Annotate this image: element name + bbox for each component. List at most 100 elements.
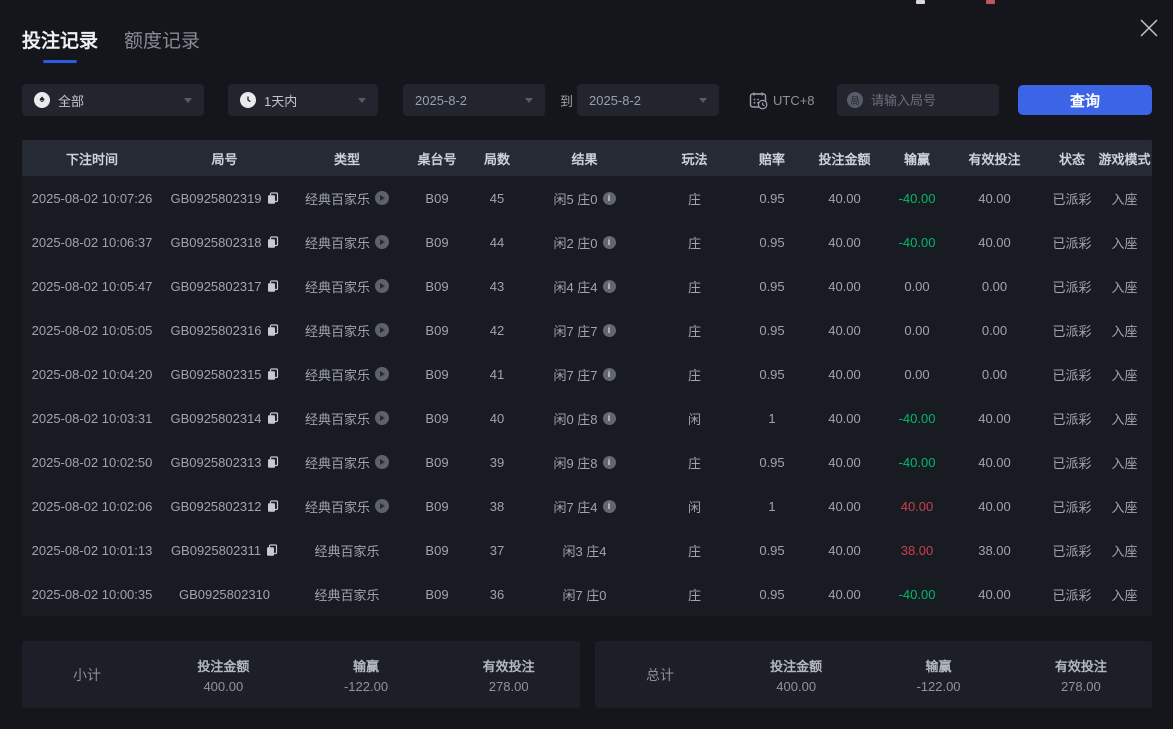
cell-text-bet: 40.00	[828, 278, 861, 294]
info-icon[interactable]: i	[602, 191, 616, 205]
video-icon[interactable]	[375, 323, 389, 337]
cell-text-win_loss: 0.00	[904, 322, 930, 338]
date-from-select[interactable]: 2025-8-2	[403, 84, 545, 116]
copy-icon[interactable]	[267, 323, 279, 337]
cell-valid_bet: 40.00	[942, 411, 1047, 426]
cell-text-valid_bet: 40.00	[978, 410, 1011, 426]
tab-quota-records[interactable]: 额度记录	[124, 26, 200, 53]
video-icon[interactable]	[375, 367, 389, 381]
search-button[interactable]: 查询	[1018, 85, 1152, 115]
cell-text-odds: 0.95	[759, 322, 785, 338]
cell-result: 闲3 庄4	[527, 541, 642, 560]
column-header-play: 玩法	[681, 151, 708, 167]
cell-text-valid_bet: 0.00	[981, 278, 1008, 294]
video-icon[interactable]	[375, 411, 389, 425]
info-icon[interactable]: i	[602, 499, 616, 513]
column-header-status: 状态	[1058, 151, 1085, 167]
cell-status: 已派彩	[1047, 409, 1097, 428]
info-icon[interactable]: i	[602, 411, 616, 425]
cell-status: 已派彩	[1047, 497, 1097, 516]
cell-text-bet: 40.00	[828, 366, 861, 382]
subtotal-summary: 小计 投注金额 400.00 输赢 -122.00 有效投注 278.00	[22, 641, 580, 708]
cell-round_count: 43	[467, 279, 527, 294]
tab-label: 额度记录	[124, 31, 201, 52]
video-icon[interactable]	[375, 455, 389, 469]
copy-icon[interactable]	[267, 191, 279, 205]
cell-text-mode: 入座	[1111, 279, 1138, 295]
cell-mode: 入座	[1097, 321, 1152, 340]
cell-table_no: B09	[407, 587, 467, 602]
cell-time: 2025-08-02 10:00:35	[22, 587, 162, 602]
copy-icon[interactable]	[267, 235, 279, 249]
cell-text-mode: 入座	[1111, 191, 1138, 207]
table-row: 2025-08-02 10:01:13 GB0925802311 经典百家乐 B09 3…	[22, 528, 1152, 572]
video-icon[interactable]	[375, 191, 389, 205]
column-header-win_loss: 输赢	[903, 151, 930, 167]
cell-text-round_count: 39	[489, 454, 505, 470]
total-summary: 总计 投注金额 400.00 输赢 -122.00 有效投注 278.00	[595, 641, 1152, 708]
tab-label: 投注记录	[22, 31, 99, 52]
cell-text-time: 2025-08-02 10:02:50	[31, 454, 153, 470]
copy-icon[interactable]	[267, 367, 279, 381]
cell-valid_bet: 40.00	[942, 455, 1047, 470]
cell-status: 已派彩	[1047, 189, 1097, 208]
cell-status: 已派彩	[1047, 585, 1097, 604]
cell-text-round: GB0925802311	[170, 542, 262, 558]
cell-odds: 0.95	[747, 323, 797, 338]
cell-win_loss: -40.00	[892, 587, 942, 602]
cell-text-play: 庄	[687, 455, 701, 471]
cell-mode: 入座	[1097, 497, 1152, 516]
video-icon[interactable]	[375, 279, 389, 293]
cell-text-valid_bet: 38.00	[978, 542, 1011, 558]
cell-time: 2025-08-02 10:05:47	[22, 279, 162, 294]
cell-text-table_no: B09	[425, 190, 449, 206]
video-icon[interactable]	[375, 499, 389, 513]
cell-round: GB0925802316	[162, 323, 287, 338]
cell-text-round_count: 37	[489, 542, 505, 558]
cell-play: 庄	[642, 233, 747, 252]
cell-type: 经典百家乐	[287, 585, 407, 604]
time-range-select[interactable]: 1天内	[228, 84, 378, 116]
cell-result: 闲4 庄4 i	[527, 277, 642, 296]
cell-win_loss: -40.00	[892, 411, 942, 426]
chevron-down-icon	[699, 97, 707, 103]
info-icon[interactable]: i	[602, 235, 616, 249]
cell-valid_bet: 38.00	[942, 543, 1047, 558]
cell-text-round: GB0925802316	[170, 322, 262, 338]
cell-valid_bet: 0.00	[942, 279, 1047, 294]
info-icon[interactable]: i	[602, 279, 616, 293]
cell-text-time: 2025-08-02 10:01:13	[31, 542, 153, 558]
game-type-select[interactable]: ♠ 全部	[22, 84, 204, 116]
date-to-select[interactable]: 2025-8-2	[577, 84, 719, 116]
video-icon[interactable]	[375, 235, 389, 249]
copy-icon[interactable]	[267, 279, 279, 293]
tab-bar: 投注记录 额度记录	[22, 26, 200, 63]
cell-text-odds: 0.95	[759, 366, 785, 382]
close-icon[interactable]	[1135, 14, 1163, 42]
cell-status: 已派彩	[1047, 277, 1097, 296]
cell-text-result: 闲9 庄8	[553, 455, 598, 471]
cell-round_count: 36	[467, 587, 527, 602]
cell-bet: 40.00	[797, 367, 892, 382]
cell-round: GB0925802315	[162, 367, 287, 382]
copy-icon[interactable]	[267, 455, 279, 469]
tab-betting-records[interactable]: 投注记录	[22, 26, 98, 63]
copy-icon[interactable]	[266, 543, 278, 557]
round-number-search: 局	[837, 84, 999, 116]
info-icon[interactable]: i	[602, 367, 616, 381]
copy-icon[interactable]	[267, 499, 279, 513]
info-icon[interactable]: i	[602, 455, 616, 469]
cell-text-status: 已派彩	[1052, 499, 1092, 515]
table-body: 2025-08-02 10:07:26 GB0925802319 经典百家乐 B09 4…	[22, 176, 1152, 616]
cell-text-status: 已派彩	[1052, 455, 1092, 471]
cell-text-result: 闲7 庄4	[553, 499, 598, 515]
cell-text-type: 经典百家乐	[304, 235, 370, 251]
cell-text-round_count: 45	[489, 190, 505, 206]
column-header-round_count: 局数	[483, 151, 510, 167]
info-icon[interactable]: i	[602, 323, 616, 337]
cell-text-play: 闲	[687, 411, 701, 427]
round-number-input[interactable]	[871, 92, 989, 108]
copy-icon[interactable]	[267, 411, 279, 425]
cell-round_count: 40	[467, 411, 527, 426]
cell-text-play: 庄	[687, 323, 701, 339]
